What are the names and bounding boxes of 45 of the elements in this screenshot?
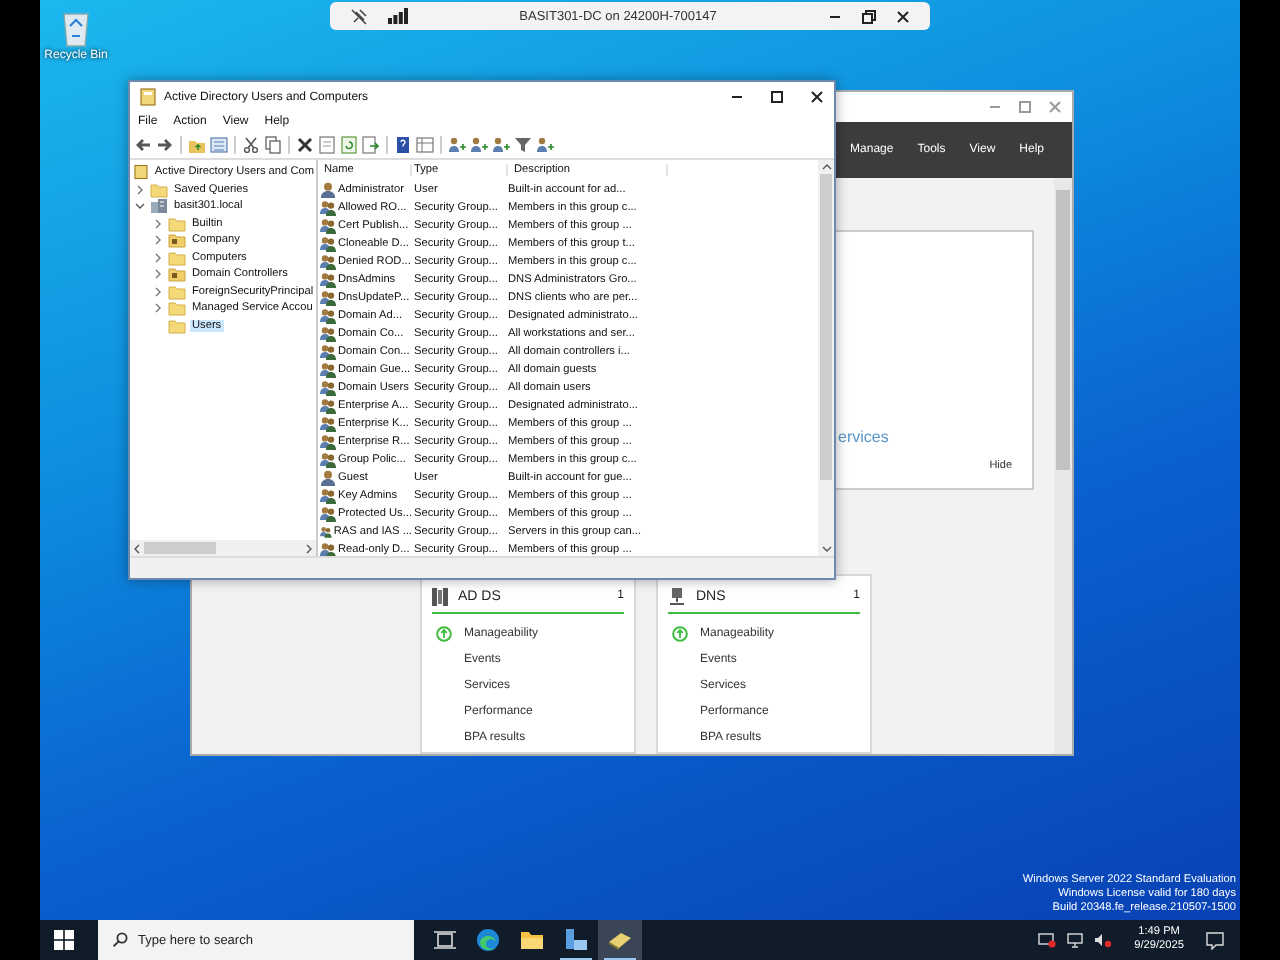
forward-icon[interactable] [156,136,174,154]
close-icon[interactable] [810,90,824,104]
export-icon[interactable] [362,136,380,154]
help-icon[interactable] [394,136,412,154]
scroll-up-icon[interactable] [821,162,831,172]
pin-off-icon[interactable] [350,7,368,25]
vertical-scrollbar[interactable] [818,160,834,556]
refresh-icon[interactable] [340,136,358,154]
scroll-right-icon[interactable] [304,543,314,553]
scroll-left-icon[interactable] [132,543,142,553]
taskbar-app-button[interactable] [598,920,642,960]
filter-icon[interactable] [514,136,532,154]
recycle-bin-icon[interactable] [60,8,92,48]
status-ok-icon [672,625,688,641]
minimize-icon[interactable] [730,90,744,104]
delete-icon[interactable] [296,136,314,154]
browser-icon [476,928,500,952]
folder-icon [520,930,544,950]
horizontal-scrollbar[interactable] [130,540,316,556]
scrollbar[interactable] [1054,178,1072,754]
user-icon [320,181,336,197]
search-icon [112,932,128,948]
task-view-icon [433,930,455,950]
network-warning-icon[interactable] [1038,932,1057,948]
back-icon[interactable] [134,136,152,154]
maximize-icon[interactable] [770,90,784,104]
domain-icon [150,198,168,215]
copy-icon[interactable] [264,136,282,154]
network-server-icon [668,587,686,605]
status-ok-icon [436,625,452,641]
organizational-unit-icon [168,266,186,283]
add-user-icon[interactable] [448,136,466,154]
notification-icon[interactable] [1206,931,1224,949]
scissors-icon[interactable] [242,136,260,154]
signal-icon[interactable] [388,8,408,24]
windows-start-icon[interactable] [54,930,74,950]
folder-up-icon[interactable] [188,136,206,154]
speaker-muted-icon[interactable] [1094,932,1113,948]
close-icon[interactable] [896,9,910,23]
user-icon [320,469,336,485]
scroll-down-icon[interactable] [821,544,831,554]
monitor-icon[interactable] [1066,932,1085,948]
grid-icon[interactable] [416,136,434,154]
restore-icon[interactable] [862,9,876,23]
organizational-unit-icon [168,232,186,249]
